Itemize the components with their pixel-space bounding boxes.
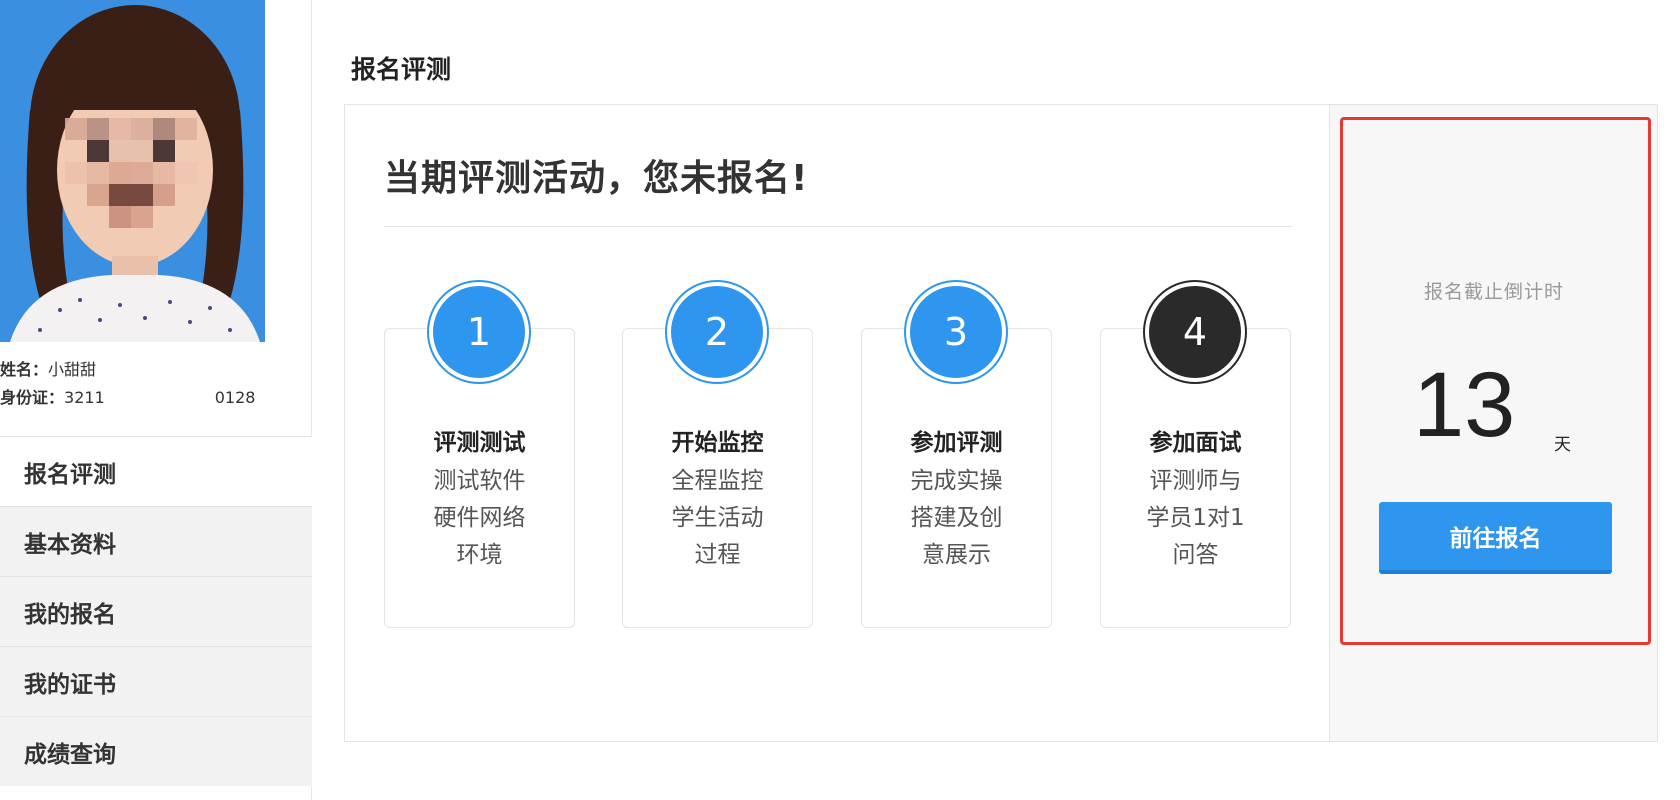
step-description: 完成实操 搭建及创 意展示 [861, 463, 1052, 574]
sidebar-item-label: 报名评测 [24, 461, 116, 488]
name-label: 姓名： [0, 360, 49, 379]
step-number: 2 [671, 286, 763, 378]
name-value: 小甜甜 [48, 360, 97, 379]
avatar [0, 0, 265, 342]
sidebar-item-my-certificates[interactable]: 我的证书 [0, 646, 312, 716]
step-number-badge-2: 2 [665, 280, 769, 384]
profile-info: 姓名：小甜甜 身份证：3211 0128 [0, 356, 300, 412]
go-register-button[interactable]: 前往报名 [1379, 502, 1612, 574]
step-description-line: 学生活动 [671, 505, 764, 531]
sidebar-item-label: 成绩查询 [24, 741, 116, 768]
step-description-line: 搭建及创 [910, 505, 1003, 531]
sidebar-item-score-query[interactable]: 成绩查询 [0, 716, 312, 786]
step-number: 1 [433, 286, 525, 378]
evaluation-card: 当期评测活动，您未报名! 1 评测测试 测试软件 硬件网络 环境 2 开始监控 … [344, 104, 1658, 742]
id-value-tail: 0128 [214, 388, 256, 407]
step-description-line: 评测师与 [1149, 468, 1242, 494]
countdown-unit: 天 [1554, 435, 1571, 455]
sidebar-menu: 报名评测 基本资料 我的报名 我的证书 成绩查询 [0, 436, 312, 786]
sidebar-item-label: 我的证书 [24, 671, 116, 698]
step-title: 参加评测 [910, 430, 1003, 456]
sidebar-item-basic-info[interactable]: 基本资料 [0, 506, 312, 576]
sidebar-item-label: 基本资料 [24, 531, 116, 558]
step-description: 测试软件 硬件网络 环境 [384, 463, 575, 574]
countdown-days-value: 13 [1413, 354, 1516, 456]
step-description-line: 环境 [456, 542, 503, 568]
sidebar-item-label: 我的报名 [24, 601, 116, 628]
step-number-badge-3: 3 [904, 280, 1008, 384]
step-description-line: 测试软件 [433, 468, 526, 494]
step-description-line: 硬件网络 [433, 505, 526, 531]
step-description: 评测师与 学员1对1 问答 [1100, 463, 1291, 574]
evaluation-steps-panel: 当期评测活动，您未报名! 1 评测测试 测试软件 硬件网络 环境 2 开始监控 … [345, 105, 1329, 741]
profile-name-row: 姓名：小甜甜 [0, 356, 300, 384]
student-photo [0, 0, 265, 342]
sidebar: 姓名：小甜甜 身份证：3211 0128 报名评测 基本资料 我的报名 我的证书 … [0, 0, 312, 800]
step-title: 参加面试 [1149, 430, 1242, 456]
step-number: 4 [1149, 286, 1241, 378]
page-title: 报名评测 [351, 55, 452, 84]
profile-id-row: 身份证：3211 0128 [0, 384, 300, 412]
sidebar-item-my-registrations[interactable]: 我的报名 [0, 576, 312, 646]
id-label: 身份证： [0, 388, 65, 407]
countdown-label: 报名截止倒计时 [1423, 281, 1564, 303]
step-title: 开始监控 [671, 430, 764, 456]
app-root: 姓名：小甜甜 身份证：3211 0128 报名评测 基本资料 我的报名 我的证书 … [0, 0, 1680, 800]
countdown-panel: 报名截止倒计时 13 天 前往报名 [1329, 105, 1657, 741]
step-title: 评测测试 [433, 430, 526, 456]
step-number: 3 [910, 286, 1002, 378]
id-value: 3211 [64, 388, 105, 407]
step-description: 全程监控 学生活动 过程 [622, 463, 813, 574]
status-headline: 当期评测活动，您未报名! [384, 158, 809, 199]
step-description-line: 学员1对1 [1146, 505, 1245, 531]
step-description-line: 意展示 [922, 542, 991, 568]
step-number-badge-4: 4 [1143, 280, 1247, 384]
step-description-line: 问答 [1172, 542, 1219, 568]
step-number-badge-1: 1 [427, 280, 531, 384]
sidebar-item-signup-evaluation[interactable]: 报名评测 [0, 436, 312, 506]
divider [384, 226, 1292, 227]
step-description-line: 完成实操 [910, 468, 1003, 494]
step-description-line: 过程 [694, 542, 741, 568]
step-description-line: 全程监控 [671, 468, 764, 494]
